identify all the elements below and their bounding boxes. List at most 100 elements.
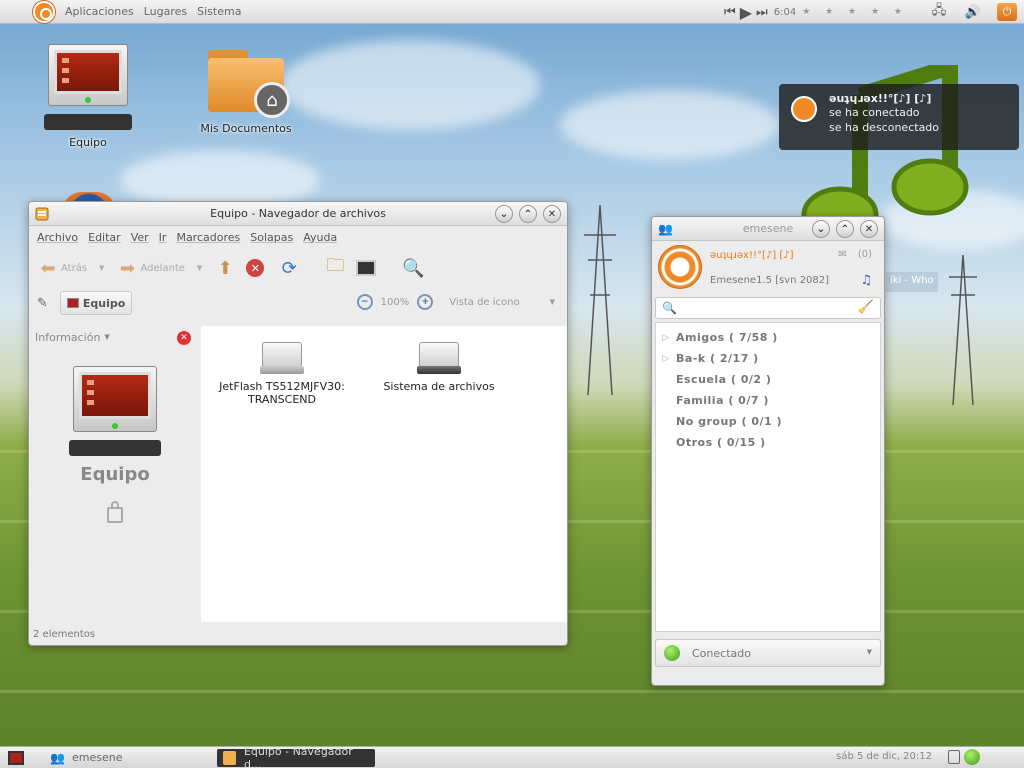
minimize-button[interactable]: ⌄ [495,205,513,223]
emesene-window: 👥 emesene ⌄ ⌃ ✕ ǝuʇɥɹǝx!!°[♪] [♪] Emesen… [651,216,885,686]
online-status-icon [664,645,680,661]
notification-line: se ha conectado [829,106,920,119]
contact-search-input[interactable]: 🔍 🧹 [655,297,881,319]
taskbar-item-emesene[interactable]: 👥 emesene [44,749,129,767]
ubuntu-logo-icon[interactable] [33,0,55,23]
network-icon[interactable]: 🖧 [929,3,949,21]
menu-archivo[interactable]: Archivo [37,231,78,244]
status-selector[interactable]: Conectado ▼ [655,639,881,667]
group-row[interactable]: ▷ Ba-k ( 2/17 ) [656,348,880,369]
search-icon: 🔍 [662,301,677,315]
up-arrow-icon[interactable]: ⬆ [214,257,236,279]
computer-icon[interactable] [356,260,377,276]
mail-icon: ✉ [838,249,847,260]
view-mode-select[interactable]: Vista de icono [449,297,519,308]
workspace-switcher-icon[interactable] [948,750,960,764]
window-title: Equipo - Navegador de archivos [210,207,386,220]
menu-ver[interactable]: Ver [131,231,149,244]
location-label: Equipo [82,296,126,310]
chevron-down-icon: ▼ [104,333,110,341]
group-row[interactable]: Otros ( 0/15 ) [656,432,880,453]
zoom-level[interactable]: 100% [381,297,410,308]
clear-search-icon[interactable]: 🧹 [858,300,874,315]
forward-button[interactable]: ➡ Adelante ▼ [116,257,202,279]
shutdown-icon[interactable]: ⏻ [997,3,1017,21]
group-row[interactable]: Familia ( 0/7 ) [656,390,880,411]
expand-arrow-icon[interactable]: ▷ [656,333,676,343]
menu-marcadores[interactable]: Marcadores [176,231,240,244]
hard-drive-icon [417,342,461,376]
minimize-button[interactable]: ⌄ [812,220,830,238]
online-status-icon[interactable] [964,749,980,765]
group-name: Otros ( 0/15 ) [676,436,766,449]
notification-popup[interactable]: ǝuʇɥɹǝx!!°[♪] [♪] se ha conectado se ha … [779,84,1019,150]
clock[interactable]: sáb 5 de dic, 20:12 [836,751,932,762]
sidebar-header-label: Información [35,330,101,344]
menu-lugares[interactable]: Lugares [144,5,187,18]
file-manager-titlebar[interactable]: Equipo - Navegador de archivos ⌄ ⌃ ✕ [29,202,567,226]
file-item[interactable]: Sistema de archivos [379,342,499,393]
chevron-down-icon: ▼ [549,298,555,306]
search-icon[interactable]: 🔍 [402,257,424,279]
status-label: Conectado [692,646,751,660]
previous-track-icon[interactable]: ⏮ [724,5,736,20]
window-title: emesene [742,222,794,235]
file-view[interactable]: JetFlash TS512MJFV30: TRANSCEND Sistema … [201,326,567,622]
zoom-out-icon[interactable]: − [356,294,373,310]
zoom-in-icon[interactable]: + [417,294,434,310]
emesene-titlebar[interactable]: 👥 emesene ⌄ ⌃ ✕ [652,217,884,241]
chevron-down-icon: ▼ [196,264,203,272]
edit-location-icon[interactable]: ✎ [37,296,48,311]
menubar: Archivo Editar Ver Ir Marcadores Solapas… [29,226,567,248]
home-icon[interactable]: 🗀 [324,255,346,279]
sidebar-header[interactable]: Información ▼ ✕ [29,326,201,348]
rating-stars[interactable]: ★ ★ ★ ★ ★ [802,7,908,17]
bottom-panel: 👥 emesene Equipo - Navegador d... sáb 5 … [0,745,1024,768]
top-panel: Aplicaciones Lugares Sistema ⏮ ▶ ⏭ 6:04 … [0,0,1024,24]
group-row[interactable]: ▷ Amigos ( 7/58 ) [656,327,880,348]
location-button-equipo[interactable]: Equipo [59,291,133,315]
nickname[interactable]: ǝuʇɥɹǝx!!°[♪] [♪] [710,250,794,261]
avatar[interactable] [658,245,702,289]
desktop-icon-equipo[interactable]: Equipo [40,44,136,149]
close-button[interactable]: ✕ [860,220,878,238]
expand-arrow-icon[interactable]: ▷ [656,354,676,364]
profile-header: ǝuʇɥɹǝx!!°[♪] [♪] Emesene1.5 [svn 2082] … [652,241,884,293]
maximize-button[interactable]: ⌃ [519,205,537,223]
desktop-icon-label: Equipo [69,136,107,149]
stop-icon[interactable]: ✕ [246,259,265,277]
maximize-button[interactable]: ⌃ [836,220,854,238]
menu-editar[interactable]: Editar [88,231,121,244]
back-button[interactable]: ⬅ Atrás ▼ [37,257,104,279]
menu-ayuda[interactable]: Ayuda [303,231,337,244]
group-name: No group ( 0/1 ) [676,415,783,428]
taskbar-item-file-manager[interactable]: Equipo - Navegador d... [216,745,375,768]
group-name: Escuela ( 0/2 ) [676,373,772,386]
menu-ir[interactable]: Ir [159,231,167,244]
notification-line: se ha desconectado [829,121,940,134]
mail-counter[interactable]: ✉ (0) [838,249,872,260]
emesene-logo-icon [791,96,817,122]
personal-message[interactable]: Emesene1.5 [svn 2082] [710,275,829,286]
sidebar: Información ▼ ✕ Equipo [29,326,201,622]
file-item-label: JetFlash TS512MJFV30: TRANSCEND [219,380,345,406]
reload-icon[interactable]: ⟳ [278,257,300,279]
desktop-icon-mis-documentos[interactable]: ⌂ Mis Documentos [196,46,296,135]
group-row[interactable]: No group ( 0/1 ) [656,411,880,432]
next-track-icon[interactable]: ⏭ [756,5,768,20]
menu-sistema[interactable]: Sistema [197,5,241,18]
play-icon[interactable]: ▶ [740,3,752,22]
file-item[interactable]: JetFlash TS512MJFV30: TRANSCEND [217,342,347,406]
close-sidebar-icon[interactable]: ✕ [177,331,191,345]
music-icon[interactable]: ♫ [860,273,872,288]
status-text: 2 elementos [33,628,96,640]
bottom-tray [948,749,980,765]
usb-drive-icon [260,342,304,376]
show-desktop-icon[interactable] [8,750,24,765]
group-row[interactable]: Escuela ( 0/2 ) [656,369,880,390]
close-button[interactable]: ✕ [543,205,561,223]
volume-icon[interactable]: 🔊 [963,3,983,21]
menu-solapas[interactable]: Solapas [250,231,293,244]
task-label: Equipo - Navegador d... [243,744,353,768]
menu-aplicaciones[interactable]: Aplicaciones [65,5,134,18]
